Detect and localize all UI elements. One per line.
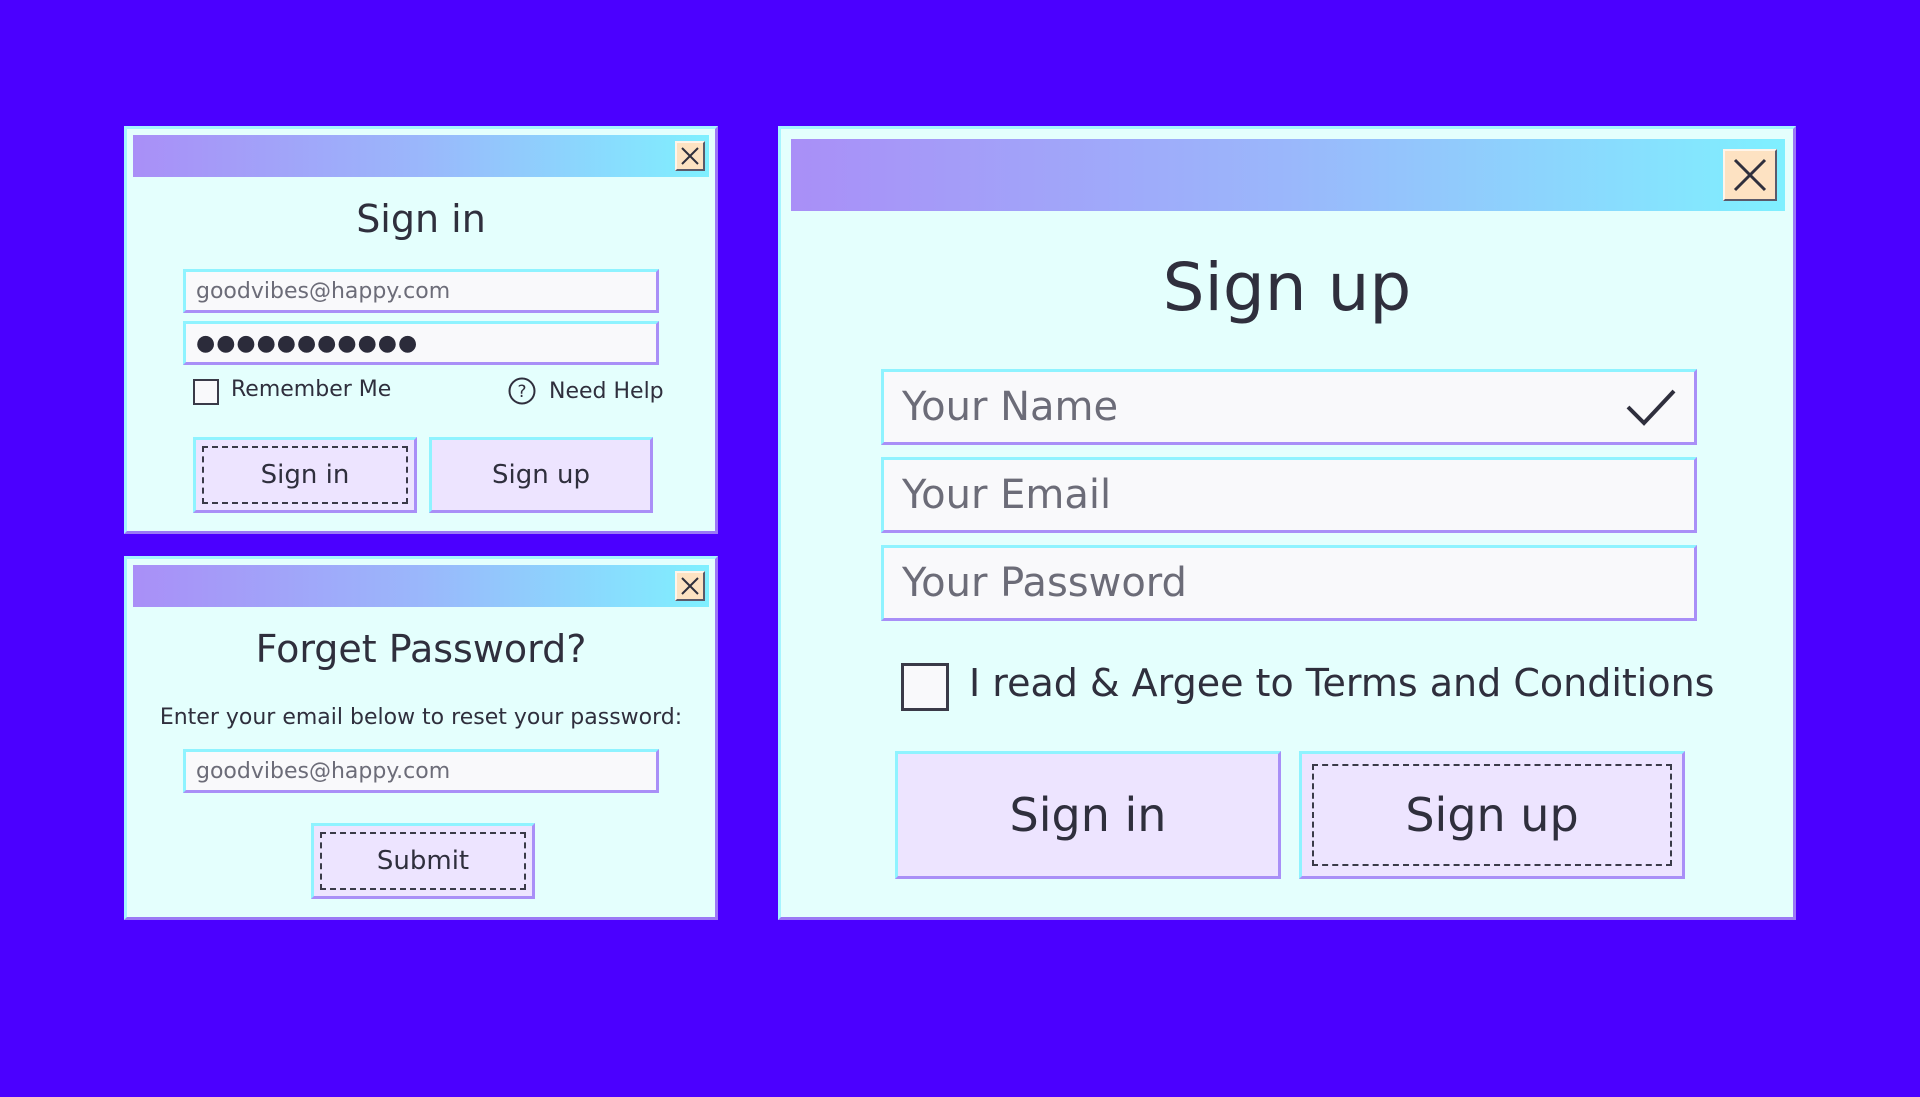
focus-ring [202, 446, 408, 504]
need-help-label: Need Help [549, 378, 664, 404]
password-field[interactable] [881, 545, 1697, 621]
question-circle-icon: ? [508, 377, 536, 405]
terms-label: I read & Argee to Terms and Conditions [969, 661, 1715, 705]
signup-signin-button[interactable]: Sign in [895, 751, 1281, 879]
password-input[interactable] [902, 548, 1694, 618]
signin-close-button[interactable] [675, 141, 705, 171]
need-help-link[interactable]: ? Need Help [507, 375, 664, 407]
signin-window: Sign in ●●●●●●●●●●● Remember Me ? Need H… [124, 126, 718, 534]
signup-button[interactable]: Sign up [429, 437, 653, 513]
signup-title: Sign up [1162, 249, 1412, 326]
signin-email-input[interactable] [196, 272, 656, 310]
signup-window: Sign up I read & Argee to Terms and Cond… [778, 126, 1796, 920]
signup-titlebar[interactable] [791, 139, 1785, 211]
focus-ring [320, 832, 526, 890]
close-icon [1733, 158, 1767, 192]
signup-button-label: Sign up [492, 460, 590, 490]
svg-text:?: ? [517, 382, 526, 402]
forgot-instruction: Enter your email below to reset your pas… [159, 705, 683, 730]
close-icon [681, 147, 699, 165]
forgot-close-button[interactable] [675, 571, 705, 601]
signup-signin-button-label: Sign in [1009, 788, 1167, 842]
remember-me-checkbox[interactable] [193, 379, 219, 405]
signup-submit-button[interactable]: Sign up [1299, 751, 1685, 879]
signin-email-field[interactable] [183, 269, 659, 313]
forgot-email-input[interactable] [196, 752, 656, 790]
signin-password-value: ●●●●●●●●●●● [196, 330, 419, 356]
forgot-title: Forget Password? [255, 627, 587, 671]
signin-password-field[interactable]: ●●●●●●●●●●● [183, 321, 659, 365]
signin-button[interactable]: Sign in [193, 437, 417, 513]
close-icon [681, 577, 699, 595]
forgot-password-window: Forget Password? Enter your email below … [124, 556, 718, 920]
terms-checkbox[interactable] [901, 663, 949, 711]
name-input[interactable] [902, 372, 1624, 442]
checkmark-icon [1626, 389, 1676, 426]
signin-titlebar[interactable] [133, 135, 709, 177]
remember-me-label: Remember Me [231, 377, 392, 402]
signup-close-button[interactable] [1723, 149, 1777, 201]
name-field[interactable] [881, 369, 1697, 445]
forgot-titlebar[interactable] [133, 565, 709, 607]
forgot-email-field[interactable] [183, 749, 659, 793]
focus-ring [1312, 764, 1672, 866]
email-field[interactable] [881, 457, 1697, 533]
email-input[interactable] [902, 460, 1694, 530]
submit-button[interactable]: Submit [311, 823, 535, 899]
signin-title: Sign in [356, 197, 486, 241]
